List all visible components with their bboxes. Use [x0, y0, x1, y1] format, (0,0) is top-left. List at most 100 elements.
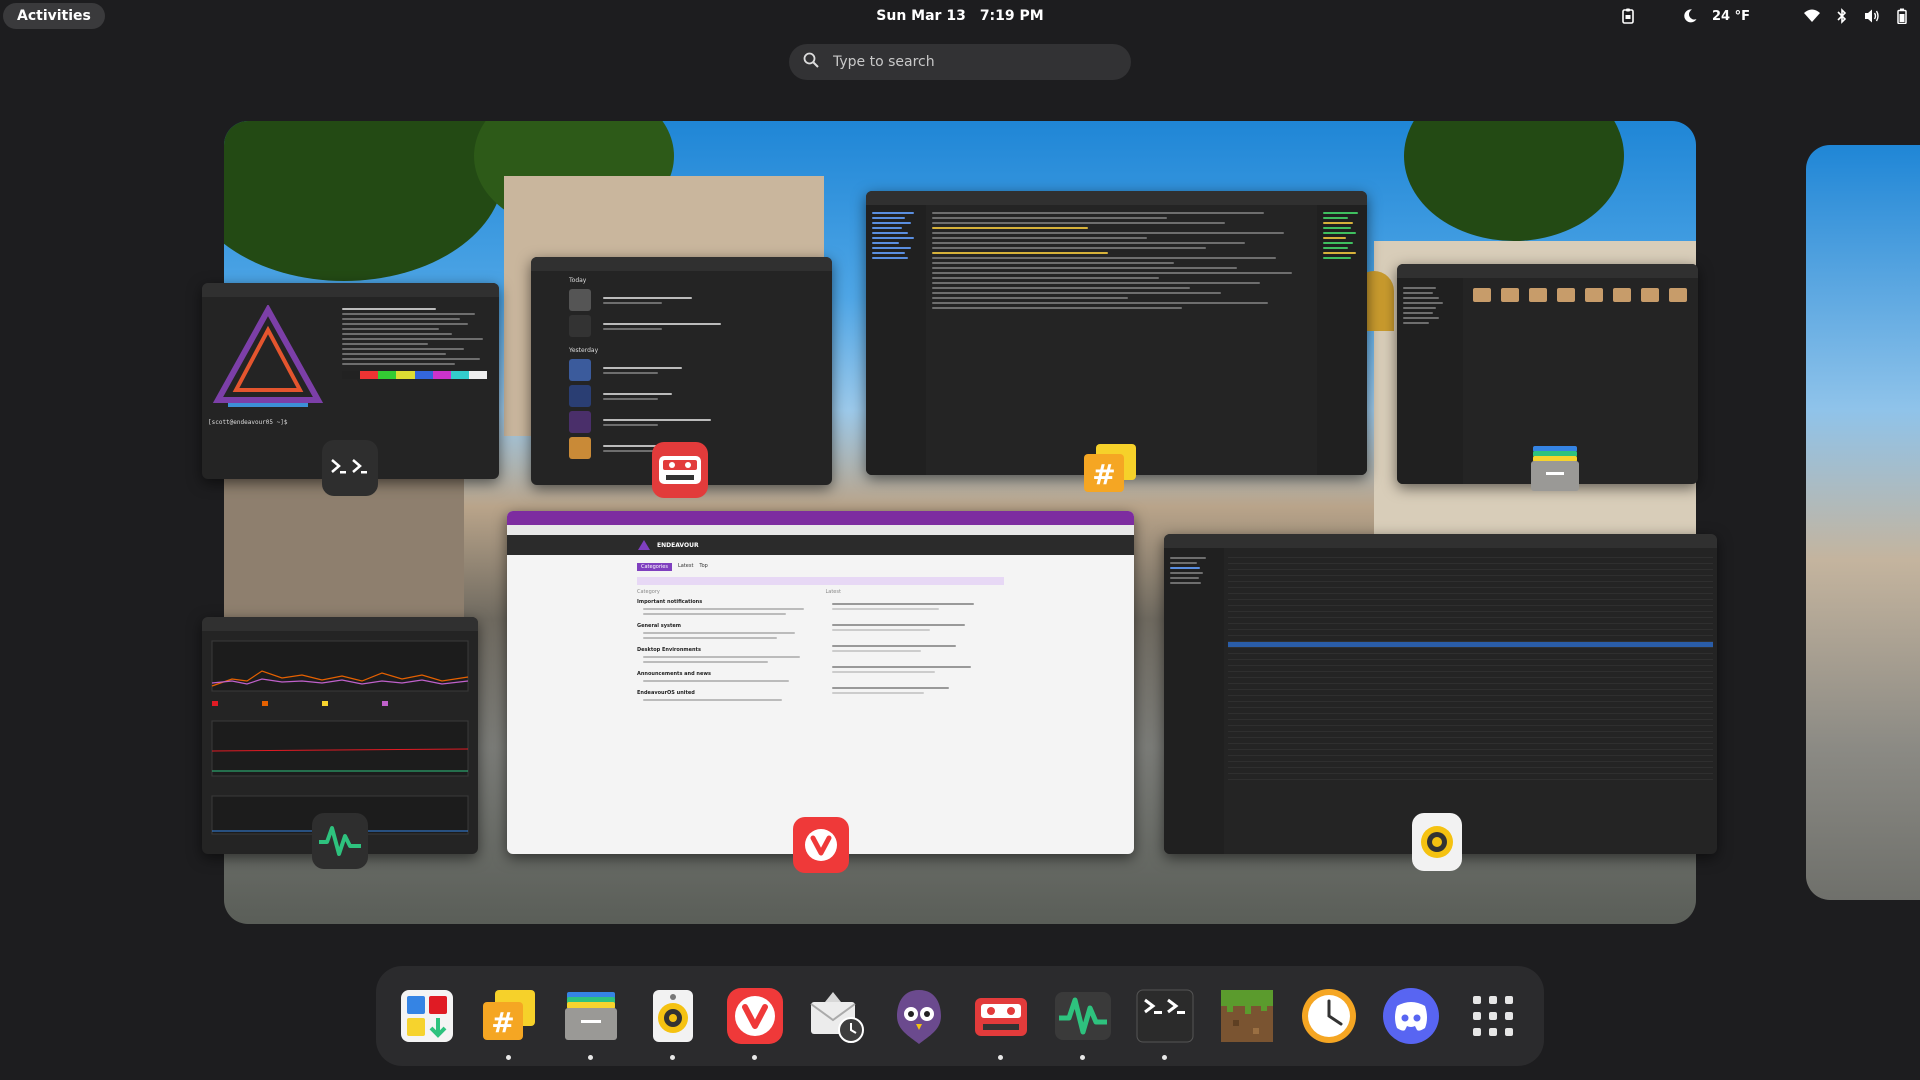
software-store-icon: [401, 990, 453, 1042]
bluetooth-icon[interactable]: [1834, 8, 1850, 24]
category-item[interactable]: Announcements and news: [637, 671, 816, 677]
forum-columns: Category Important notifications General…: [507, 589, 1134, 704]
folder-icon[interactable]: [1557, 288, 1575, 302]
endeavour-header: ENDEAVOUR: [507, 535, 1134, 555]
category-item[interactable]: General system: [637, 623, 816, 629]
hexchat-user-list[interactable]: [1317, 205, 1367, 475]
minecraft-icon: [1221, 990, 1273, 1042]
podcasts-icon: [975, 998, 1027, 1036]
hexchat-titlebar[interactable]: [866, 191, 1367, 205]
search-icon: [803, 52, 819, 72]
folder-icon[interactable]: [1529, 288, 1547, 302]
dash-discord[interactable]: [1377, 982, 1445, 1050]
dash-software-store[interactable]: [393, 982, 461, 1050]
running-indicator: [588, 1055, 593, 1060]
tab-top[interactable]: Top: [699, 563, 707, 571]
running-indicator: [752, 1055, 757, 1060]
clock[interactable]: Sun Mar 13 7:19 PM: [876, 8, 1043, 24]
rhythmbox-icon: [1412, 813, 1462, 871]
workspace-2-thumbnail[interactable]: [1806, 145, 1920, 900]
dash-hexchat[interactable]: #: [475, 982, 543, 1060]
hexchat-icon: #: [1082, 440, 1138, 496]
terminal-icon: [322, 440, 378, 496]
rhythmbox-icon: [653, 990, 693, 1042]
dash-vivaldi[interactable]: [721, 982, 789, 1060]
podcast-episode[interactable]: [531, 313, 832, 339]
volume-icon[interactable]: [1864, 8, 1880, 24]
podcast-episode[interactable]: [531, 357, 832, 383]
podcasts-titlebar[interactable]: [531, 257, 832, 271]
hexchat-channel-list[interactable]: [866, 205, 926, 475]
rhythmbox-content: [1164, 548, 1717, 854]
clock-date: Sun Mar 13: [876, 8, 966, 24]
terminal-content: [202, 297, 499, 415]
tootle-icon: [897, 990, 941, 1044]
vivaldi-address-bar[interactable]: [507, 525, 1134, 535]
site-title: ENDEAVOUR: [657, 541, 699, 549]
dash-minecraft[interactable]: [1213, 982, 1281, 1050]
category-item[interactable]: Desktop Environments: [637, 647, 816, 653]
hexchat-messages: [926, 205, 1317, 475]
folder-icon[interactable]: [1473, 288, 1491, 302]
folder-icon[interactable]: [1641, 288, 1659, 302]
system-monitor-icon: [1055, 992, 1111, 1040]
wallpaper-tree: [224, 121, 504, 281]
rhythmbox-window[interactable]: [1164, 534, 1717, 854]
hexchat-window[interactable]: [866, 191, 1367, 475]
dash-podcasts[interactable]: [967, 982, 1035, 1060]
weather-moon-icon[interactable]: [1682, 8, 1698, 24]
col-category: Category: [637, 589, 660, 595]
dash-system-monitor[interactable]: [1049, 982, 1117, 1060]
files-sidebar[interactable]: [1397, 278, 1463, 484]
category-item[interactable]: Important notifications: [637, 599, 816, 605]
endeavour-logo-icon: [638, 540, 650, 550]
podcast-episode[interactable]: [531, 383, 832, 409]
folder-icon[interactable]: [1501, 288, 1519, 302]
dash-files[interactable]: [557, 982, 625, 1060]
vivaldi-window[interactable]: ENDEAVOUR Categories Latest Top Category…: [507, 511, 1134, 854]
mail-clock-icon: [810, 992, 864, 1043]
podcast-episode[interactable]: [531, 409, 832, 435]
vivaldi-icon: [793, 817, 849, 873]
neofetch-logo: [212, 305, 324, 407]
battery-icon[interactable]: [1894, 8, 1910, 24]
dash: #: [376, 966, 1544, 1066]
tab-categories[interactable]: Categories: [637, 563, 672, 571]
dash-rhythmbox[interactable]: [639, 982, 707, 1060]
clock-time: 7:19 PM: [979, 8, 1044, 24]
system-monitor-titlebar[interactable]: [202, 617, 478, 631]
dash-clocks[interactable]: [1295, 982, 1363, 1050]
folder-icon[interactable]: [1669, 288, 1687, 302]
rhythmbox-titlebar[interactable]: [1164, 534, 1717, 548]
rhythmbox-track-list[interactable]: [1224, 548, 1717, 854]
wifi-icon[interactable]: [1804, 8, 1820, 24]
clipboard-icon[interactable]: [1620, 8, 1636, 24]
system-tray[interactable]: 24 °F: [1620, 0, 1910, 32]
search-bar[interactable]: [789, 44, 1131, 80]
search-input[interactable]: [833, 54, 1093, 70]
notice-bar: [637, 577, 1004, 585]
dash-tootle[interactable]: [885, 982, 953, 1050]
running-indicator: [1162, 1055, 1167, 1060]
folder-icon[interactable]: [1613, 288, 1631, 302]
podcast-episode[interactable]: [531, 287, 832, 313]
terminal-titlebar[interactable]: [202, 283, 499, 297]
category-item[interactable]: EndeavourOS united: [637, 690, 816, 696]
dash-show-apps[interactable]: [1459, 982, 1527, 1050]
vivaldi-tab-bar[interactable]: [507, 511, 1134, 525]
dash-terminal[interactable]: [1131, 982, 1199, 1060]
terminal-prompt: [scott@endeavour05 ~]$: [208, 419, 288, 426]
dash-mail-clock[interactable]: [803, 982, 871, 1050]
color-palette: [342, 371, 487, 379]
activities-button[interactable]: Activities: [3, 3, 105, 29]
files-titlebar[interactable]: [1397, 264, 1698, 278]
wallpaper-tree: [1404, 121, 1624, 241]
tab-latest[interactable]: Latest: [678, 563, 693, 571]
folder-icon[interactable]: [1585, 288, 1603, 302]
vivaldi-icon: [727, 988, 783, 1044]
rhythmbox-sidebar[interactable]: [1164, 548, 1224, 854]
terminal-icon: [1136, 989, 1194, 1043]
weather-temperature[interactable]: 24 °F: [1712, 9, 1750, 24]
clock-icon: [1302, 989, 1356, 1043]
running-indicator: [506, 1055, 511, 1060]
